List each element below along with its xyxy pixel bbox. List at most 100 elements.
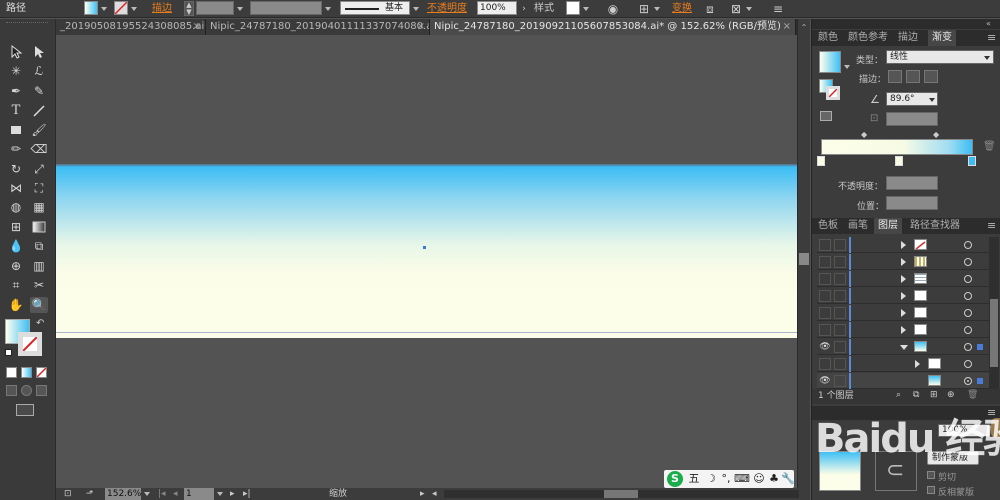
free-transform-tool-icon[interactable]: ⛶ — [30, 180, 48, 196]
layer-row[interactable]: 👁 — [817, 373, 990, 389]
lock-toggle[interactable] — [834, 290, 846, 302]
new-sublayer-icon[interactable]: ⊞ — [930, 390, 938, 400]
none-mode-button[interactable] — [36, 367, 47, 378]
stroke-mini-icon[interactable] — [826, 86, 840, 100]
stroke-weight-field[interactable] — [196, 1, 234, 15]
next-page-icon[interactable]: ▸ — [230, 488, 235, 500]
expand-right-icon[interactable] — [901, 258, 906, 266]
vertical-scrollbar[interactable]: ⌃ — [797, 19, 810, 489]
delete-layer-icon[interactable]: 🗑 — [967, 390, 978, 400]
visibility-eye-icon[interactable] — [819, 256, 831, 268]
type-tool-icon[interactable]: T — [7, 103, 25, 119]
angle-dropdown-icon[interactable] — [929, 98, 935, 102]
stroke-swatch[interactable] — [114, 1, 128, 15]
horizontal-scroll-thumb[interactable] — [604, 490, 638, 498]
gradient-type-dropdown-icon[interactable] — [984, 56, 990, 60]
artboard-nav-icon[interactable]: ⊡ — [64, 488, 72, 500]
magic-wand-tool-icon[interactable]: ✳ — [7, 63, 25, 79]
target-circle-icon[interactable] — [964, 309, 972, 317]
brush-profile-dropdown-icon[interactable] — [413, 7, 419, 11]
keyboard-icon[interactable]: ⌨ — [734, 471, 750, 487]
target-circle-icon[interactable] — [964, 241, 972, 249]
symbol-sprayer-tool-icon[interactable]: ⊕ — [7, 258, 25, 274]
skin-icon[interactable]: ♣ — [768, 471, 780, 487]
hand-tool-icon[interactable]: ✋ — [7, 297, 25, 313]
target-circle-icon[interactable] — [964, 377, 972, 385]
paintbrush-tool-icon[interactable]: 🖌 — [30, 122, 48, 138]
close-icon[interactable]: × — [783, 19, 791, 35]
tab-color[interactable]: 颜色 — [814, 30, 842, 46]
draw-normal-icon[interactable] — [6, 385, 17, 396]
target-circle-icon[interactable] — [964, 326, 972, 334]
draw-inside-icon[interactable] — [36, 385, 47, 396]
default-colors-icon[interactable] — [5, 349, 12, 356]
direct-selection-tool-icon[interactable] — [30, 44, 48, 60]
angle-field[interactable]: 89.6° — [886, 92, 938, 106]
blend-tool-icon[interactable]: ⧉ — [30, 238, 48, 254]
lock-toggle[interactable] — [834, 341, 846, 353]
variable-width-field[interactable] — [250, 1, 322, 15]
eraser-tool-icon[interactable]: ⌫ — [30, 141, 48, 157]
scroll-up-icon[interactable]: ⌃ — [799, 23, 809, 33]
lock-toggle[interactable] — [834, 375, 846, 387]
target-circle-icon[interactable] — [964, 292, 972, 300]
selection-center-point[interactable] — [423, 246, 426, 249]
tab-color-guide[interactable]: 颜色参考 — [844, 30, 892, 46]
page-number-field[interactable]: 1 — [184, 488, 214, 500]
target-circle-icon[interactable] — [964, 258, 972, 266]
panel-menu-icon[interactable]: ≡ — [772, 0, 784, 18]
lasso-tool-icon[interactable]: ℒ — [30, 63, 48, 79]
aspect-ratio-field[interactable] — [886, 112, 938, 126]
tab-layers[interactable]: 图层 — [874, 218, 902, 234]
target-circle-icon[interactable] — [964, 343, 972, 351]
stroke-color-box[interactable] — [18, 332, 42, 356]
gradient-tool-icon[interactable] — [30, 219, 48, 235]
stroke-dropdown-icon[interactable] — [131, 7, 137, 11]
visibility-eye-icon[interactable] — [819, 273, 831, 285]
settings-wrench-icon[interactable]: 🔧 — [781, 471, 795, 487]
moon-icon[interactable]: ☽ — [704, 471, 718, 487]
crop-icon[interactable]: ⊠ — [729, 0, 743, 18]
expand-down-icon[interactable] — [900, 345, 908, 350]
zoom-dropdown-icon[interactable] — [144, 492, 150, 496]
lock-toggle[interactable] — [834, 256, 846, 268]
gradient-preview-dropdown-icon[interactable] — [844, 59, 850, 72]
scale-tool-icon[interactable]: ⤢ — [30, 161, 48, 177]
artboard-gradient-rectangle[interactable] — [56, 164, 797, 338]
isolate-icon[interactable]: ⧈ — [703, 0, 717, 18]
last-page-icon[interactable]: ▸| — [243, 488, 251, 500]
slice-tool-icon[interactable]: ✂ — [30, 277, 48, 293]
gradient-stop-end[interactable] — [968, 156, 976, 166]
align-icon[interactable]: ⊞ — [637, 0, 651, 18]
stroke-label[interactable]: 描边 — [152, 0, 172, 18]
perspective-grid-tool-icon[interactable]: ▦ — [30, 199, 48, 215]
shape-builder-tool-icon[interactable]: ◍ — [7, 199, 25, 215]
gradient-panel-menu-icon[interactable]: ≡ — [987, 30, 996, 46]
gradient-type-select[interactable]: 线性 — [886, 50, 994, 64]
visibility-eye-icon[interactable] — [819, 239, 831, 251]
close-icon[interactable]: × — [417, 19, 425, 35]
opacity-field[interactable]: 100% — [477, 1, 517, 15]
gradient-opacity-field[interactable] — [886, 176, 938, 190]
dock-grip[interactable]: « — [812, 19, 1000, 29]
zoom-tool-icon[interactable]: 🔍 — [30, 297, 48, 313]
delete-stop-icon[interactable]: 🗑 — [983, 141, 996, 152]
stroke-along-icon[interactable] — [906, 70, 920, 83]
expand-right-icon[interactable] — [901, 275, 906, 283]
midpoint-marker-icon[interactable]: ◆ — [933, 130, 939, 139]
target-circle-icon[interactable] — [964, 360, 972, 368]
page-dropdown-icon[interactable] — [217, 492, 223, 496]
punctuation-icon[interactable]: °, — [720, 471, 732, 487]
line-segment-tool-icon[interactable] — [30, 103, 48, 119]
invert-mask-checkbox[interactable] — [927, 486, 935, 494]
color-mode-button[interactable] — [6, 367, 17, 378]
selection-tool-icon[interactable] — [7, 44, 25, 60]
lock-toggle[interactable] — [834, 324, 846, 336]
locate-object-icon[interactable]: ⌕ — [896, 390, 901, 400]
layer-row[interactable] — [817, 237, 990, 253]
fill-dropdown-icon[interactable] — [101, 7, 107, 11]
crop-dropdown-icon[interactable] — [746, 7, 752, 11]
toolbar-grip[interactable] — [6, 22, 48, 25]
gradient-preview-swatch[interactable] — [819, 51, 841, 73]
eyedropper-tool-icon[interactable]: 💧 — [7, 238, 25, 254]
